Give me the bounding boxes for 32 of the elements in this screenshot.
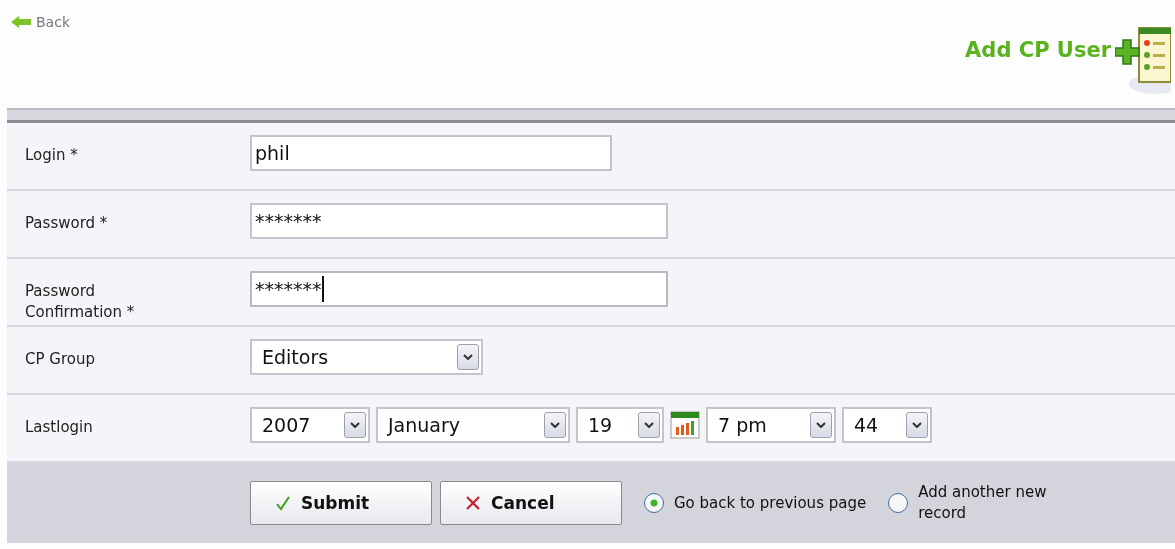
caret-icon bbox=[550, 422, 560, 428]
field-label: Password * bbox=[24, 213, 109, 234]
back-link[interactable]: Back bbox=[10, 12, 70, 32]
page-title: Add CP User bbox=[965, 38, 1111, 62]
dropdown[interactable]: Editors bbox=[250, 339, 483, 375]
dropdown[interactable]: 7 pm bbox=[706, 407, 836, 443]
caret-icon bbox=[912, 422, 922, 428]
checkmark-icon bbox=[275, 495, 291, 511]
caret-icon bbox=[816, 422, 826, 428]
close-icon bbox=[465, 495, 481, 511]
input-field[interactable]: ******* bbox=[250, 203, 668, 239]
caret-icon bbox=[644, 422, 654, 428]
radio-button[interactable] bbox=[888, 493, 909, 513]
dropdown[interactable]: 19 bbox=[576, 407, 664, 443]
radio-label: Add another new record bbox=[918, 482, 1048, 524]
submit-button[interactable]: Submit bbox=[250, 481, 432, 525]
field-label: Lastlogin bbox=[24, 417, 94, 438]
input-field[interactable]: phil bbox=[250, 135, 612, 171]
dropdown[interactable]: 2007 bbox=[250, 407, 370, 443]
arrow-icon bbox=[10, 16, 32, 28]
dropdown[interactable]: January bbox=[376, 407, 570, 443]
field-label: Password Confirmation * bbox=[24, 281, 136, 323]
radio-label: Go back to previous page bbox=[674, 492, 867, 514]
field-label: Login * bbox=[24, 145, 79, 166]
caret-icon bbox=[350, 422, 360, 428]
calendar-icon[interactable] bbox=[670, 411, 700, 439]
dropdown[interactable]: 44 bbox=[842, 407, 932, 443]
radio-button[interactable] bbox=[644, 493, 664, 513]
input-field[interactable]: ******* bbox=[250, 271, 668, 307]
field-label: CP Group bbox=[24, 349, 96, 370]
cancel-button[interactable]: Cancel bbox=[440, 481, 622, 525]
caret-icon bbox=[463, 354, 473, 360]
